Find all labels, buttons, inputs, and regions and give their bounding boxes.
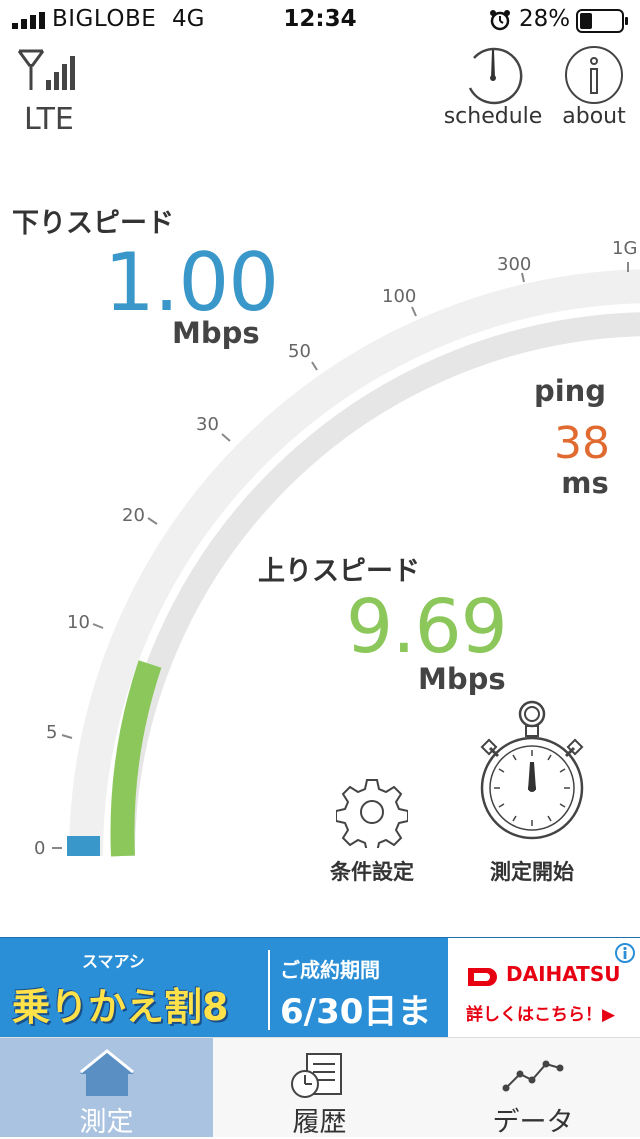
ad-campaign: スマアシ 乗りかえ割8万円 bbox=[12, 944, 256, 1084]
ad-banner[interactable]: スマアシ 乗りかえ割8万円 ご成約期間 6/30日まで DAIHATSU 詳しく… bbox=[0, 937, 640, 1084]
ad-sponsor: DAIHATSU 詳しくはこちら！▶ bbox=[448, 938, 640, 1038]
ad-cta: 詳しくはこちら！▶ bbox=[466, 1005, 616, 1025]
ad-period: ご成約期間 6/30日まで bbox=[268, 950, 446, 1081]
tick-label-20: 20 bbox=[122, 505, 145, 526]
ad-text-smaasi: スマアシ bbox=[82, 952, 145, 971]
tick-mark-10 bbox=[92, 623, 104, 629]
upload-speed-value: 9.69 bbox=[346, 584, 508, 670]
upload-speed-label: 上りスピード bbox=[258, 556, 420, 587]
tab-data[interactable]: データ bbox=[426, 1038, 640, 1138]
ad-info-icon[interactable] bbox=[614, 942, 636, 964]
tab-measure-label: 測定 bbox=[79, 1107, 134, 1138]
download-fill bbox=[67, 836, 100, 856]
tick-label-0: 0 bbox=[34, 838, 46, 859]
history-icon bbox=[291, 1053, 342, 1098]
graph-icon bbox=[502, 1060, 564, 1092]
tick-mark-20 bbox=[147, 517, 158, 525]
tick-label-1g: 1G bbox=[612, 238, 638, 259]
tick-label-50: 50 bbox=[288, 341, 311, 362]
tick-mark-30 bbox=[221, 433, 231, 442]
start-measurement-label: 測定開始 bbox=[490, 860, 574, 884]
tick-mark-50 bbox=[311, 361, 318, 371]
tick-label-10: 10 bbox=[67, 612, 90, 633]
download-speed-label: 下りスピード bbox=[12, 208, 174, 239]
tick-label-30: 30 bbox=[196, 414, 219, 435]
tick-label-100: 100 bbox=[382, 286, 417, 307]
settings-button[interactable]: 条件設定 bbox=[316, 770, 428, 886]
tab-bar: 測定 履歴 データ bbox=[0, 1037, 640, 1138]
settings-label: 条件設定 bbox=[330, 860, 414, 884]
daihatsu-logo-icon bbox=[468, 968, 497, 986]
tick-label-300: 300 bbox=[497, 254, 532, 275]
download-speed-unit: Mbps bbox=[172, 316, 260, 350]
ping-label: ping bbox=[533, 374, 607, 408]
ad-text-period-label: ご成約期間 bbox=[280, 958, 380, 982]
ping-value: 38 bbox=[554, 418, 610, 469]
tab-data-label: データ bbox=[492, 1107, 574, 1138]
home-icon bbox=[80, 1049, 134, 1096]
stopwatch-icon bbox=[480, 700, 584, 840]
ad-brand: DAIHATSU bbox=[506, 962, 621, 986]
tick-label-5: 5 bbox=[46, 722, 58, 743]
tab-measure[interactable]: 測定 bbox=[0, 1038, 213, 1138]
tick-mark-100 bbox=[411, 306, 417, 317]
tab-history-label: 履歴 bbox=[292, 1107, 347, 1138]
tick-mark-5 bbox=[61, 734, 73, 739]
start-measurement-button[interactable]: 測定開始 bbox=[470, 700, 594, 886]
upload-speed-unit: Mbps bbox=[418, 662, 506, 696]
gear-icon bbox=[336, 779, 408, 848]
tab-history[interactable]: 履歴 bbox=[213, 1038, 426, 1138]
ping-unit: ms bbox=[561, 466, 609, 500]
